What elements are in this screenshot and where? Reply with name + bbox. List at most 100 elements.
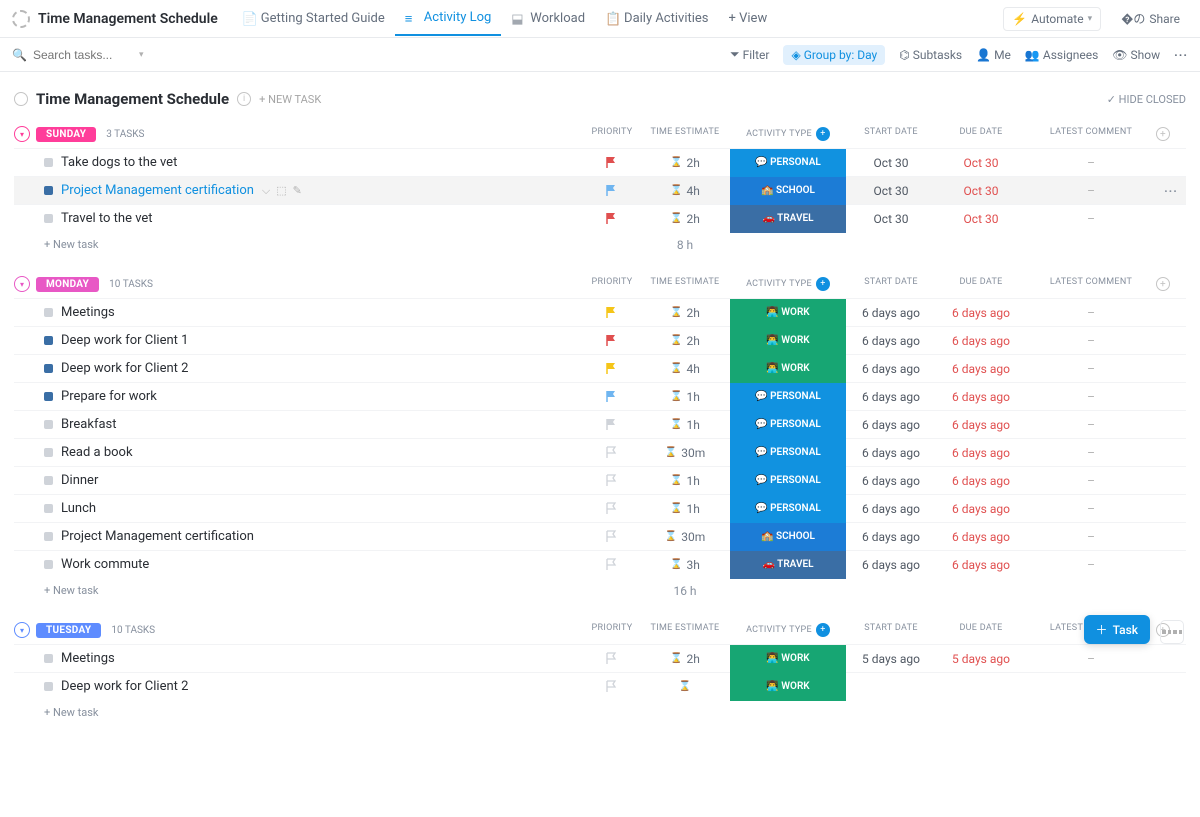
activity-type-cell[interactable]: 👨‍💻 WORK (730, 673, 846, 701)
due-date-cell[interactable]: 6 days ago (936, 362, 1026, 376)
collapse-button[interactable]: ▾ (14, 276, 30, 292)
priority-cell[interactable] (584, 418, 640, 431)
comment-cell[interactable]: – (1026, 530, 1156, 544)
start-date-cell[interactable]: 6 days ago (846, 334, 936, 348)
start-date-cell[interactable]: 6 days ago (846, 418, 936, 432)
comment-cell[interactable]: – (1026, 306, 1156, 320)
start-date-cell[interactable]: Oct 30 (846, 156, 936, 170)
activity-type-cell[interactable]: 👨‍💻 WORK (730, 299, 846, 327)
start-date-cell[interactable]: 6 days ago (846, 446, 936, 460)
status-square[interactable] (44, 214, 53, 223)
due-date-cell[interactable]: Oct 30 (936, 184, 1026, 198)
activity-type-cell[interactable]: 💬 PERSONAL (730, 495, 846, 523)
activity-type-cell[interactable]: 👨‍💻 WORK (730, 327, 846, 355)
chevron-down-icon[interactable]: ▾ (139, 50, 144, 60)
col-activity-type[interactable]: ACTIVITY TYPE+ (730, 277, 846, 291)
task-row[interactable]: Work commute ⌛3h 🚗 TRAVEL 6 days ago 6 d… (14, 550, 1186, 578)
col-time-estimate[interactable]: TIME ESTIMATE (640, 127, 730, 141)
new-task-row-button[interactable]: + New task (44, 706, 98, 719)
activity-type-cell[interactable]: 🚗 TRAVEL (730, 205, 846, 233)
col-start-date[interactable]: START DATE (846, 623, 936, 637)
comment-cell[interactable]: – (1026, 390, 1156, 404)
activity-type-cell[interactable]: 💬 PERSONAL (730, 467, 846, 495)
comment-cell[interactable]: – (1026, 446, 1156, 460)
task-row[interactable]: Travel to the vet ⌛2h 🚗 TRAVEL Oct 30 Oc… (14, 204, 1186, 232)
priority-cell[interactable] (584, 652, 640, 665)
status-square[interactable] (44, 336, 53, 345)
comment-cell[interactable]: – (1026, 184, 1156, 198)
task-row[interactable]: Project Management certification ⌵ ⬚ ✎ ⌛… (14, 176, 1186, 204)
new-task-row-button[interactable]: + New task (44, 584, 98, 598)
priority-cell[interactable] (584, 558, 640, 571)
priority-cell[interactable] (584, 156, 640, 169)
status-square[interactable] (44, 682, 53, 691)
time-estimate-cell[interactable]: ⌛2h (640, 334, 730, 348)
tab-getting-started-guide[interactable]: 📄Getting Started Guide (232, 2, 395, 35)
activity-type-cell[interactable]: 💬 PERSONAL (730, 383, 846, 411)
col-start-date[interactable]: START DATE (846, 127, 936, 141)
status-square[interactable] (44, 448, 53, 457)
due-date-cell[interactable]: 6 days ago (936, 334, 1026, 348)
task-name[interactable]: Work commute (61, 557, 149, 572)
col-time-estimate[interactable]: TIME ESTIMATE (640, 623, 730, 637)
col-activity-type[interactable]: ACTIVITY TYPE+ (730, 623, 846, 637)
priority-cell[interactable] (584, 390, 640, 403)
status-square[interactable] (44, 158, 53, 167)
priority-cell[interactable] (584, 362, 640, 375)
status-square[interactable] (44, 532, 53, 541)
task-row[interactable]: Prepare for work ⌛1h 💬 PERSONAL 6 days a… (14, 382, 1186, 410)
activity-type-cell[interactable]: 💬 PERSONAL (730, 411, 846, 439)
start-date-cell[interactable]: 5 days ago (846, 652, 936, 666)
task-name[interactable]: Dinner (61, 473, 98, 488)
task-name[interactable]: Travel to the vet (61, 211, 153, 226)
status-square[interactable] (44, 476, 53, 485)
status-square[interactable] (44, 560, 53, 569)
time-estimate-cell[interactable]: ⌛4h (640, 362, 730, 376)
task-row[interactable]: Breakfast ⌛1h 💬 PERSONAL 6 days ago 6 da… (14, 410, 1186, 438)
col-due-date[interactable]: DUE DATE (936, 277, 1026, 291)
activity-type-cell[interactable]: 🏫 SCHOOL (730, 177, 846, 205)
due-date-cell[interactable]: 6 days ago (936, 558, 1026, 572)
start-date-cell[interactable]: Oct 30 (846, 212, 936, 226)
add-view-button[interactable]: + View (719, 2, 778, 35)
task-name[interactable]: Meetings (61, 305, 115, 320)
row-more-button[interactable]: ··· (1156, 184, 1186, 198)
priority-cell[interactable] (584, 306, 640, 319)
priority-cell[interactable] (584, 446, 640, 459)
task-row[interactable]: Lunch ⌛1h 💬 PERSONAL 6 days ago 6 days a… (14, 494, 1186, 522)
activity-type-cell[interactable]: 💬 PERSONAL (730, 149, 846, 177)
due-date-cell[interactable]: 6 days ago (936, 306, 1026, 320)
task-row[interactable]: Read a book ⌛30m 💬 PERSONAL 6 days ago 6… (14, 438, 1186, 466)
status-square[interactable] (44, 420, 53, 429)
priority-cell[interactable] (584, 334, 640, 347)
filter-button[interactable]: ⏷Filter (730, 47, 769, 62)
activity-add-icon[interactable]: + (816, 127, 830, 141)
activity-add-icon[interactable]: + (816, 277, 830, 291)
new-task-header-button[interactable]: + NEW TASK (259, 93, 321, 106)
show-button[interactable]: 👁Show (1112, 48, 1160, 62)
add-column-button[interactable]: + (1156, 277, 1186, 291)
time-estimate-cell[interactable]: ⌛1h (640, 474, 730, 488)
time-estimate-cell[interactable]: ⌛2h (640, 652, 730, 666)
due-date-cell[interactable]: 6 days ago (936, 418, 1026, 432)
comment-cell[interactable]: – (1026, 652, 1156, 666)
task-name[interactable]: Breakfast (61, 417, 117, 432)
task-row[interactable]: Meetings ⌛2h 👨‍💻 WORK 5 days ago 5 days … (14, 644, 1186, 672)
col-latest-comment[interactable]: LATEST COMMENT (1026, 277, 1156, 291)
tab-workload[interactable]: ⬓Workload (501, 2, 595, 35)
col-priority[interactable]: PRIORITY (584, 623, 640, 637)
priority-cell[interactable] (584, 212, 640, 225)
task-name[interactable]: Lunch (61, 501, 96, 516)
day-pill[interactable]: SUNDAY (36, 127, 96, 142)
start-date-cell[interactable]: Oct 30 (846, 184, 936, 198)
task-row[interactable]: Meetings ⌛2h 👨‍💻 WORK 6 days ago 6 days … (14, 298, 1186, 326)
priority-cell[interactable] (584, 502, 640, 515)
col-latest-comment[interactable]: LATEST COMMENT (1026, 127, 1156, 141)
subtask-icon[interactable]: ⌵ (262, 184, 270, 198)
comment-cell[interactable]: – (1026, 418, 1156, 432)
start-date-cell[interactable]: 6 days ago (846, 390, 936, 404)
start-date-cell[interactable]: 6 days ago (846, 530, 936, 544)
time-estimate-cell[interactable]: ⌛30m (640, 446, 730, 460)
activity-type-cell[interactable]: 🏫 SCHOOL (730, 523, 846, 551)
status-square[interactable] (44, 186, 53, 195)
